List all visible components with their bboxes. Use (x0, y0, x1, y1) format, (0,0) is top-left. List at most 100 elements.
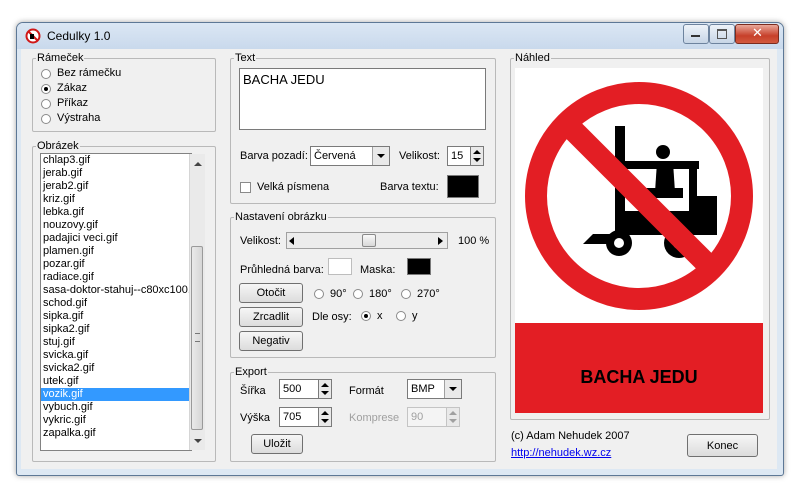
maximize-icon (717, 29, 727, 39)
chevron-down-icon[interactable] (444, 380, 461, 398)
image-list[interactable]: chlap3.gif jerab.gif jerab2.gif kriz.gif leb… (40, 153, 192, 451)
mirror-button[interactable]: Zrcadlit (239, 307, 303, 327)
close-button[interactable]: Konec (687, 434, 758, 457)
width-input[interactable]: 500 (279, 379, 319, 399)
height-input[interactable]: 705 (279, 407, 319, 427)
format-value: BMP (411, 383, 435, 395)
axis-x-label: x (377, 310, 383, 322)
compression-input[interactable]: 90 (407, 407, 447, 427)
rotate-270-radio[interactable] (401, 289, 411, 299)
copyright-text: (c) Adam Nehudek 2007 (511, 430, 630, 442)
list-item[interactable]: padajici veci.gif (41, 232, 191, 245)
image-group-legend: Obrázek (37, 140, 79, 152)
sign-preview: BACHA JEDU (515, 68, 763, 413)
save-button[interactable]: Uložit (251, 434, 303, 454)
slider-left-icon[interactable] (289, 237, 294, 245)
image-size-label: Velikost: (240, 235, 281, 247)
list-item[interactable]: lebka.gif (41, 206, 191, 219)
close-icon: ✕ (752, 26, 763, 41)
text-size-input[interactable]: 15 (447, 146, 471, 166)
bg-color-value: Červená (314, 150, 356, 162)
rotate-270-label: 270° (417, 288, 440, 300)
list-item[interactable]: vykric.gif (41, 414, 191, 427)
frame-none-radio[interactable] (41, 69, 51, 79)
mask-label: Maska: (360, 264, 396, 276)
axis-y-label: y (412, 310, 418, 322)
text-size-value: 15 (451, 150, 464, 162)
list-item[interactable]: svicka.gif (41, 349, 191, 362)
rotate-180-radio[interactable] (353, 289, 363, 299)
chevron-down-icon[interactable] (372, 147, 389, 165)
close-window-button[interactable]: ✕ (735, 24, 779, 44)
sign-text-area[interactable]: BACHA JEDU (239, 68, 486, 130)
axis-y-radio[interactable] (396, 311, 406, 321)
scroll-down-icon[interactable] (194, 439, 202, 443)
list-item[interactable]: sipka2.gif (41, 323, 191, 336)
frame-prohibition-label: Zákaz (57, 82, 87, 94)
frame-warning-radio[interactable] (41, 114, 51, 124)
list-item[interactable]: radiace.gif (41, 271, 191, 284)
list-item[interactable]: stuj.gif (41, 336, 191, 349)
text-color-swatch[interactable] (447, 175, 479, 198)
negative-button[interactable]: Negativ (239, 331, 303, 351)
rotate-180-label: 180° (369, 288, 392, 300)
frame-mandatory-label: Příkaz (57, 97, 89, 109)
list-item[interactable]: jerab2.gif (41, 180, 191, 193)
axis-x-radio[interactable] (361, 311, 371, 321)
transparent-color-label: Průhledná barva: (240, 264, 324, 276)
mask-color-swatch[interactable] (407, 258, 431, 275)
list-item[interactable]: zapalka.gif (41, 427, 191, 440)
list-item[interactable]: utek.gif (41, 375, 191, 388)
list-item[interactable]: kriz.gif (41, 193, 191, 206)
rotate-button[interactable]: Otočit (239, 283, 303, 303)
image-size-slider[interactable] (286, 232, 448, 249)
list-item[interactable]: nouzovy.gif (41, 219, 191, 232)
sign-text-value: BACHA JEDU (243, 72, 325, 87)
list-item[interactable]: chlap3.gif (41, 154, 191, 167)
compression-spinner[interactable] (446, 407, 460, 427)
list-item[interactable]: plamen.gif (41, 245, 191, 258)
image-settings-legend: Nastavení obrázku (235, 211, 327, 223)
list-item[interactable]: svicka2.gif (41, 362, 191, 375)
frame-warning-label: Výstraha (57, 112, 101, 124)
text-size-label: Velikost: (399, 150, 440, 162)
frame-group-legend: Rámeček (37, 52, 84, 64)
rotate-90-label: 90° (330, 288, 347, 300)
image-list-items: chlap3.gif jerab.gif jerab2.gif kriz.gif leb… (41, 154, 191, 440)
compression-label: Komprese (349, 412, 400, 424)
list-item[interactable]: jerab.gif (41, 167, 191, 180)
bg-color-select[interactable]: Červená (310, 146, 390, 166)
compression-value: 90 (411, 411, 424, 423)
frame-mandatory-radio[interactable] (41, 99, 51, 109)
slider-thumb[interactable] (362, 234, 376, 247)
list-item[interactable]: schod.gif (41, 297, 191, 310)
list-item[interactable]: sasa-doktor-stahuj--c80xc100.g (41, 284, 191, 297)
minimize-icon (691, 35, 700, 37)
scroll-grip-icon (195, 333, 200, 342)
list-item[interactable]: sipka.gif (41, 310, 191, 323)
website-link[interactable]: http://nehudek.wz.cz (511, 447, 611, 459)
text-size-spinner[interactable] (470, 146, 484, 166)
list-item[interactable]: pozar.gif (41, 258, 191, 271)
scroll-up-icon[interactable] (194, 162, 202, 166)
transparent-color-swatch[interactable] (328, 258, 352, 275)
width-value: 500 (283, 383, 302, 395)
image-list-scrollbar[interactable] (189, 154, 205, 450)
minimize-button[interactable] (683, 24, 709, 44)
format-label: Formát (349, 385, 384, 397)
width-spinner[interactable] (318, 379, 332, 399)
height-spinner[interactable] (318, 407, 332, 427)
title-bar[interactable]: Cedulky 1.0 ✕ (17, 23, 783, 49)
uppercase-checkbox[interactable] (240, 182, 251, 193)
maximize-button[interactable] (709, 24, 735, 44)
list-item[interactable]: vozik.gif (41, 388, 191, 401)
scroll-thumb[interactable] (191, 246, 203, 430)
rotate-90-radio[interactable] (314, 289, 324, 299)
list-item[interactable]: vybuch.gif (41, 401, 191, 414)
app-icon (25, 28, 41, 44)
frame-none-label: Bez rámečku (57, 67, 122, 79)
slider-right-icon[interactable] (438, 237, 443, 245)
frame-prohibition-radio[interactable] (41, 84, 51, 94)
uppercase-label: Velká písmena (257, 181, 330, 193)
format-select[interactable]: BMP (407, 379, 462, 399)
